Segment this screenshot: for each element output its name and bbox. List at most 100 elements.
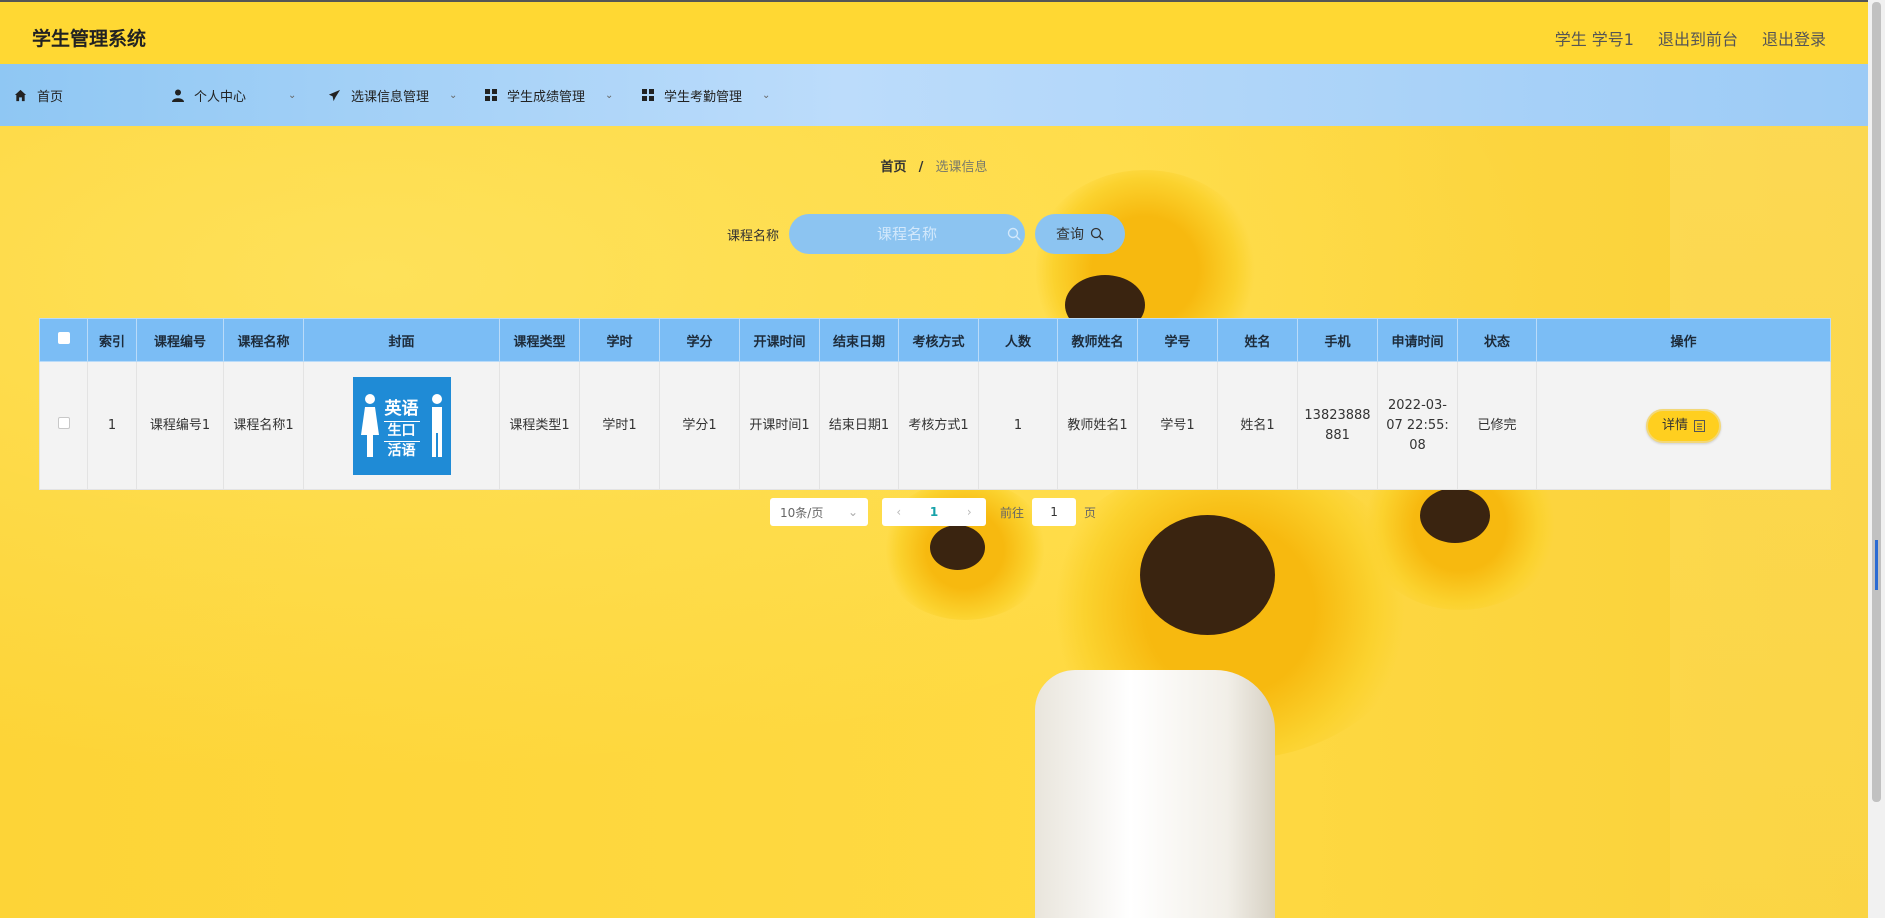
- chevron-down-icon: ⌄: [605, 89, 614, 101]
- breadcrumb-home[interactable]: 首页: [880, 160, 906, 175]
- search-button[interactable]: 查询: [1035, 214, 1126, 254]
- count-cell: 1: [978, 361, 1058, 490]
- nav-item-label: 选课信息管理: [351, 89, 430, 105]
- cover-text-line: 活语: [387, 442, 416, 459]
- nav-item-label: 首页: [37, 89, 64, 105]
- detail-button-label: 详情: [1661, 417, 1688, 433]
- column-header: 课程类型: [499, 318, 580, 362]
- sunflower-center: [1420, 488, 1490, 543]
- select-all-header[interactable]: [39, 318, 88, 362]
- nav-item-label: 学生考勤管理: [664, 89, 743, 105]
- cover-text-line: 生口: [387, 422, 416, 439]
- page-size-value: 10条/页: [780, 505, 824, 520]
- main-nav: 首页 个人中心 ⌄ 选课信息管理 ⌄ 学生成绩管理 ⌄ 学生考勤管理 ⌄: [0, 64, 1868, 126]
- table-header-row: 索引 课程编号 课程名称 封面 课程类型 学时 学分 开课时间 结束日期 考核方…: [39, 318, 1831, 362]
- page-scrollbar[interactable]: [1868, 0, 1885, 918]
- status-cell: 已修完: [1457, 361, 1537, 490]
- action-cell: 详情: [1536, 361, 1831, 490]
- goto-prefix: 前往: [1000, 505, 1025, 520]
- scrollbar-thumb[interactable]: [1872, 2, 1881, 802]
- header-links: 学生 学号1 退出到前台 退出登录: [1555, 26, 1826, 50]
- grid-icon: [485, 89, 497, 101]
- search-label: 课程名称: [727, 228, 780, 244]
- vase-decoration: [1035, 670, 1275, 918]
- exam-method-cell: 考核方式1: [898, 361, 979, 490]
- next-page-icon[interactable]: ›: [967, 505, 972, 519]
- goto-suffix: 页: [1084, 505, 1097, 520]
- user-icon: [172, 89, 184, 102]
- course-code-cell: 课程编号1: [136, 361, 224, 490]
- start-time-cell: 开课时间1: [739, 361, 820, 490]
- document-icon: [1694, 419, 1705, 432]
- chevron-down-icon: ⌄: [847, 505, 858, 519]
- nav-item-course-selection[interactable]: 选课信息管理 ⌄: [328, 64, 457, 126]
- teacher-name-cell: 教师姓名1: [1057, 361, 1138, 490]
- end-date-cell: 结束日期1: [819, 361, 899, 490]
- column-header: 考核方式: [898, 318, 979, 362]
- nav-item-home[interactable]: 首页: [14, 64, 63, 126]
- column-header: 人数: [978, 318, 1058, 362]
- course-selection-table: 索引 课程编号 课程名称 封面 课程类型 学时 学分 开课时间 结束日期 考核方…: [39, 318, 1831, 490]
- cover-text-line: 英语: [384, 398, 419, 419]
- column-header: 手机: [1297, 318, 1378, 362]
- page-numbers: ‹ 1 ›: [882, 498, 986, 526]
- chevron-down-icon: ⌄: [288, 89, 297, 101]
- column-header: 课程名称: [223, 318, 304, 362]
- header-bar: 学生管理系统 学生 学号1 退出到前台 退出登录: [0, 0, 1868, 64]
- nav-item-personal-center[interactable]: 个人中心 ⌄: [172, 64, 296, 126]
- page-jump: 前往 1 页: [1000, 498, 1096, 526]
- row-checkbox[interactable]: [57, 416, 70, 429]
- column-header: 课程编号: [136, 318, 224, 362]
- search-bar: 课程名称 查询: [727, 214, 1126, 254]
- breadcrumb-current: 选课信息: [935, 160, 988, 175]
- column-header: 封面: [303, 318, 500, 362]
- column-header: 结束日期: [819, 318, 899, 362]
- credits-cell: 学分1: [659, 361, 740, 490]
- course-cover-image: 英语 生口 活语: [352, 376, 451, 475]
- breadcrumb-separator: /: [918, 160, 924, 175]
- grid-icon: [642, 89, 654, 101]
- scrollbar-indicator: [1875, 540, 1878, 590]
- name-cell: 姓名1: [1217, 361, 1298, 490]
- course-name-cell: 课程名称1: [223, 361, 304, 490]
- column-header: 操作: [1536, 318, 1831, 362]
- hours-cell: 学时1: [579, 361, 660, 490]
- page-number-current[interactable]: 1: [930, 505, 938, 519]
- column-header: 索引: [87, 318, 137, 362]
- detail-button[interactable]: 详情: [1645, 408, 1721, 443]
- nav-item-attendance[interactable]: 学生考勤管理 ⌄: [642, 64, 770, 126]
- home-icon: [14, 89, 27, 101]
- column-header: 姓名: [1217, 318, 1298, 362]
- sunflower-center: [1140, 515, 1275, 635]
- search-button-label: 查询: [1056, 227, 1085, 243]
- pagination: 10条/页 ⌄ ‹ 1 › 前往 1 页: [770, 498, 1096, 526]
- apply-time-cell: 2022-03-07 22:55:08: [1377, 361, 1458, 490]
- nav-item-label: 个人中心: [194, 89, 247, 105]
- column-header: 开课时间: [739, 318, 820, 362]
- course-type-cell: 课程类型1: [499, 361, 580, 490]
- sunflower-center: [930, 525, 985, 570]
- student-no-cell: 学号1: [1137, 361, 1218, 490]
- course-name-search-input[interactable]: [789, 214, 1026, 254]
- page-size-select[interactable]: 10条/页 ⌄: [770, 498, 868, 526]
- prev-page-icon[interactable]: ‹: [896, 505, 901, 519]
- column-header: 教师姓名: [1057, 318, 1138, 362]
- column-header: 申请时间: [1377, 318, 1458, 362]
- column-header: 状态: [1457, 318, 1537, 362]
- phone-cell: 13823888881: [1297, 361, 1378, 490]
- current-user-label: 学生 学号1: [1554, 30, 1634, 49]
- select-all-checkbox[interactable]: [57, 332, 70, 344]
- table-row: 1 课程编号1 课程名称1 英语 生口 活语 课程类型1 学时1 学分1 开课时…: [39, 361, 1831, 490]
- row-select-cell[interactable]: [39, 361, 88, 490]
- chevron-down-icon: ⌄: [762, 89, 771, 101]
- search-icon: [1007, 227, 1021, 241]
- nav-item-grades[interactable]: 学生成绩管理 ⌄: [485, 64, 613, 126]
- cover-cell: 英语 生口 活语: [303, 361, 500, 490]
- back-to-front-link[interactable]: 退出到前台: [1658, 26, 1738, 50]
- index-cell: 1: [87, 361, 137, 490]
- column-header: 学号: [1137, 318, 1218, 362]
- search-icon: [1090, 227, 1104, 241]
- column-header: 学分: [659, 318, 740, 362]
- goto-page-input[interactable]: 1: [1032, 498, 1077, 526]
- logout-link[interactable]: 退出登录: [1762, 26, 1826, 50]
